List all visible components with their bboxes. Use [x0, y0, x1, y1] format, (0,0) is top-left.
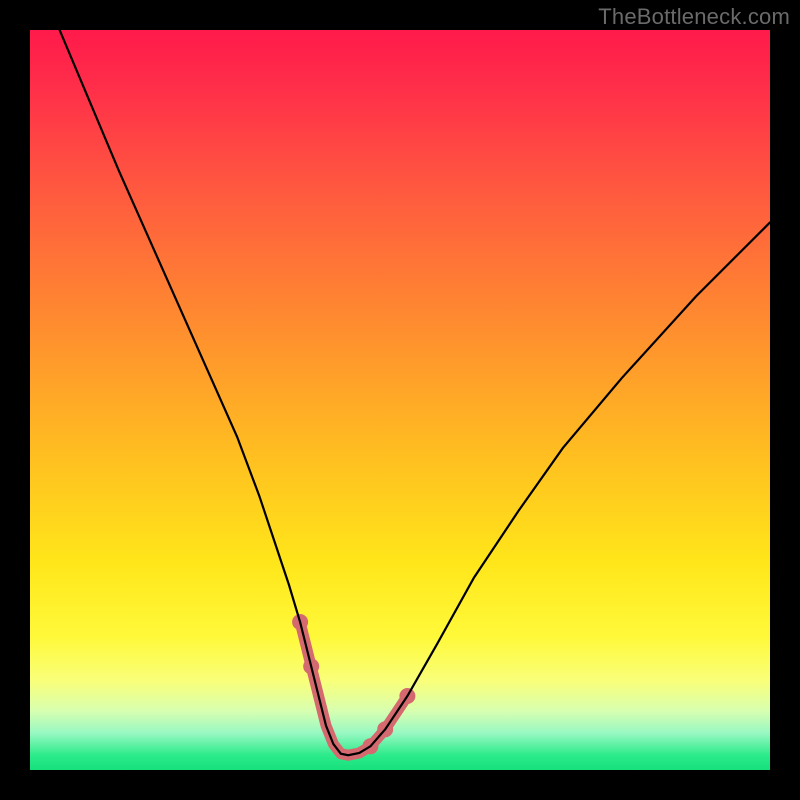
chart-frame: TheBottleneck.com [0, 0, 800, 800]
curve-layer [30, 30, 770, 770]
watermark-text: TheBottleneck.com [598, 4, 790, 30]
plot-area [30, 30, 770, 770]
bottleneck-curve [60, 30, 770, 755]
